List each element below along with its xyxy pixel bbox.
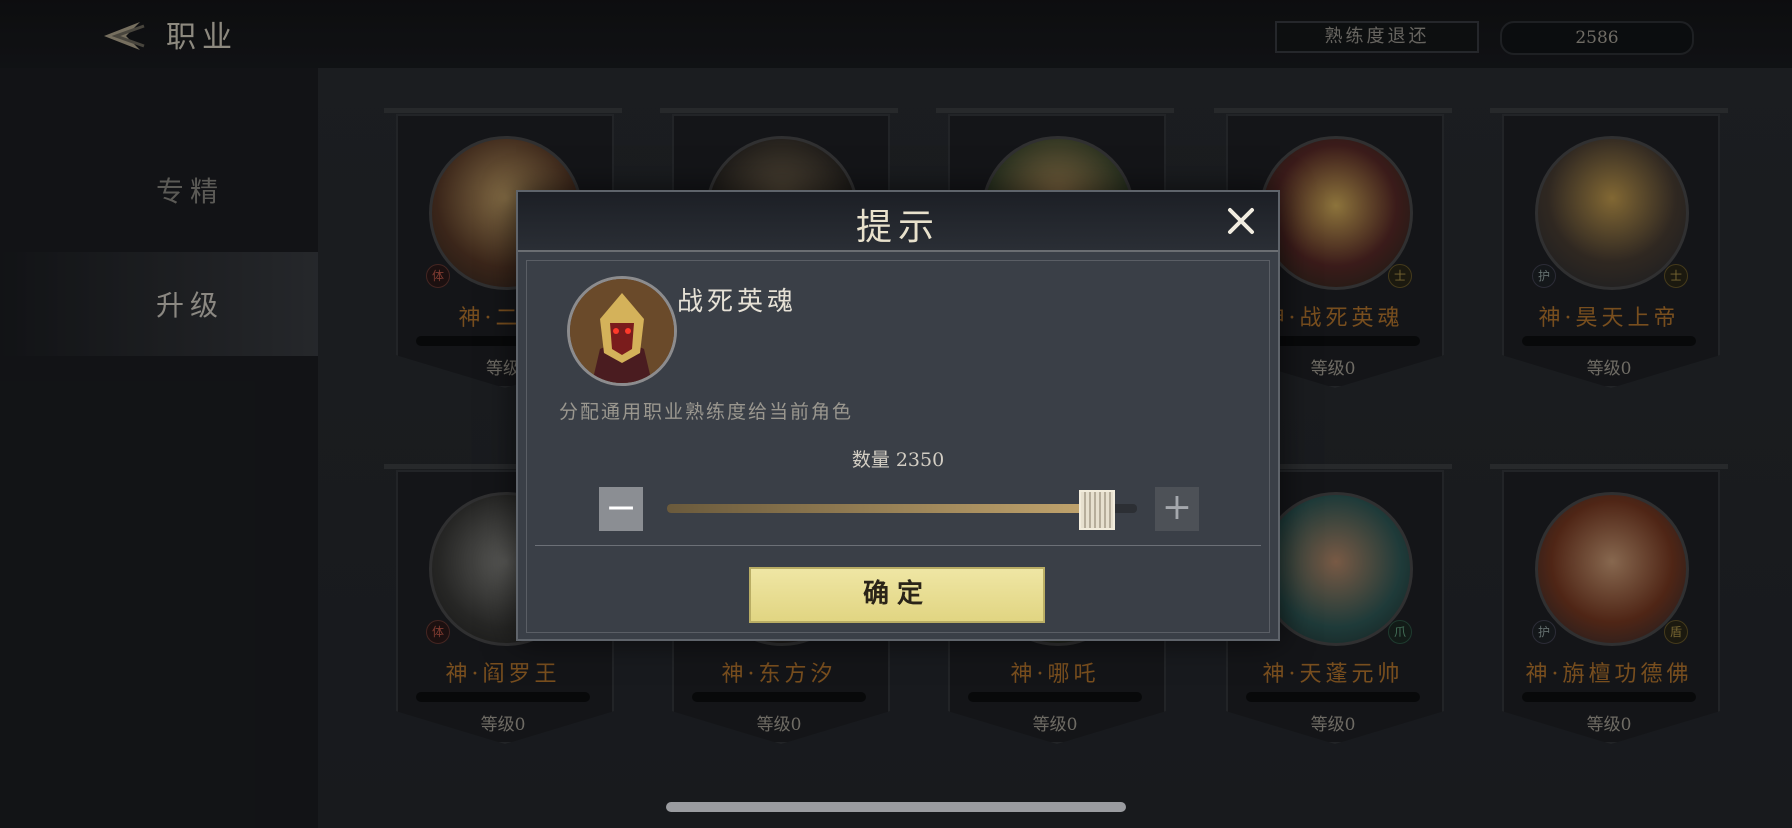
dialog-description: 分配通用职业熟练度给当前角色 [559,401,854,423]
decrease-button[interactable]: − [599,487,643,531]
quantity-value: 2350 [895,449,945,471]
hero-portrait-icon [570,279,674,383]
quantity-slider[interactable] [667,490,1137,530]
slider-handle[interactable] [1078,490,1115,530]
hero-name: 战死英魂 [677,287,798,317]
confirm-button[interactable]: 确定 [749,567,1045,623]
dialog-body: 战死英魂 分配通用职业熟练度给当前角色 数量 2350 − + 确定 [526,260,1270,633]
divider [535,545,1261,546]
home-indicator [666,802,1126,812]
dialog-title: 提示 [855,207,940,248]
slider-fill [667,504,1095,513]
hint-dialog: 提示 战死英魂 分配通用职业熟练度给当前角色 数量 2350 − + 确定 [516,190,1280,641]
dialog-header: 提示 [518,192,1278,252]
quantity-label-row: 数量 2350 [527,445,1269,472]
increase-button[interactable]: + [1155,487,1199,531]
quantity-label: 数量 [851,449,890,471]
hero-avatar [567,276,677,386]
close-icon[interactable] [1224,204,1258,238]
